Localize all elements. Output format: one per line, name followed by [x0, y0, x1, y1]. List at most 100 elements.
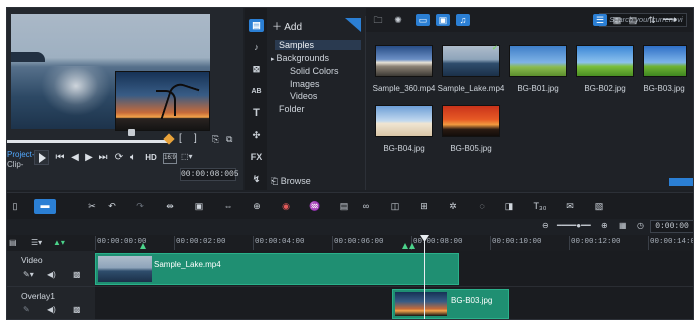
split-clip-icon[interactable]: ⇔: [220, 200, 236, 213]
next-frame-icon[interactable]: ▶: [83, 152, 95, 164]
link-icon[interactable]: ∞: [358, 200, 374, 213]
track-overlay1[interactable]: BG-B03.jpg: [95, 287, 693, 319]
timeline-clip[interactable]: Sample_Lake.mp4: [95, 253, 459, 285]
track-edit-icon[interactable]: ✎▾: [23, 270, 34, 279]
settings-icon[interactable]: ✺: [392, 14, 404, 26]
text-tool-icon[interactable]: T₃₀: [530, 200, 550, 213]
details-view-icon[interactable]: ▤: [626, 14, 640, 26]
title-icon[interactable]: T: [249, 107, 264, 120]
chapter-marker[interactable]: [140, 243, 146, 249]
grid-icon[interactable]: ⊞: [416, 200, 432, 213]
tree-item-images[interactable]: Images: [290, 79, 320, 89]
browse-button[interactable]: ⎗ Browse: [271, 176, 311, 187]
volume-icon[interactable]: 🔈︎: [127, 152, 139, 164]
tree-item-samples[interactable]: Samples: [275, 40, 361, 50]
home-icon[interactable]: ⏮: [54, 152, 66, 164]
multi-trim-icon[interactable]: ✂: [84, 200, 100, 213]
tree-item-folder[interactable]: Folder: [279, 104, 305, 114]
project-duration[interactable]: 0:00:00: [650, 220, 693, 233]
zoom-out-icon[interactable]: ⊖: [542, 221, 549, 230]
instant-project-icon[interactable]: ♪: [249, 41, 264, 54]
track-grid-icon[interactable]: ▩: [73, 270, 81, 279]
speed-icon[interactable]: ◨: [501, 200, 517, 213]
track-manager-icon[interactable]: ▤: [9, 238, 17, 247]
audio-mixer-icon[interactable]: ♒: [307, 200, 323, 213]
track-grid-icon[interactable]: ▩: [73, 305, 81, 314]
subtitle-icon[interactable]: ▤: [336, 200, 352, 213]
media-icon[interactable]: ▤: [249, 19, 264, 32]
graphics-icon[interactable]: ✣: [249, 129, 264, 142]
mark-out-button[interactable]: ]: [194, 133, 197, 144]
thumbnail-view-icon[interactable]: ▦: [610, 14, 624, 26]
timecode-display[interactable]: 00:00:08:005: [180, 168, 239, 181]
thumbnail-sample-360[interactable]: [375, 45, 433, 77]
ab-transition-icon[interactable]: AB: [249, 85, 264, 98]
chapter-marker[interactable]: [402, 243, 408, 249]
track-list-icon[interactable]: ☰▾: [31, 238, 42, 247]
timeline-ruler[interactable]: ▤ ☰▾ ▲▾ 00:00:00:00 00:00:02:00 00:00:04…: [7, 235, 693, 251]
tree-item-videos[interactable]: Videos: [290, 91, 317, 101]
thumbnail-bg-b05[interactable]: [442, 105, 500, 137]
show-videos-icon[interactable]: ▭: [416, 14, 430, 26]
list-view-icon[interactable]: ☰: [593, 14, 607, 26]
playhead[interactable]: [424, 235, 425, 319]
effects-icon[interactable]: ✲: [445, 200, 461, 213]
fit-timeline-icon[interactable]: ▦: [619, 221, 627, 230]
pin-icon[interactable]: [345, 18, 361, 32]
zoom-in-icon[interactable]: ⊕: [601, 221, 608, 230]
show-audio-icon[interactable]: ♫: [456, 14, 470, 26]
folder-icon[interactable]: 🗀︎: [372, 14, 384, 26]
mark-in-button[interactable]: [: [179, 133, 182, 144]
filter-icon[interactable]: FX: [249, 151, 264, 164]
path-icon[interactable]: ↯: [249, 173, 264, 186]
track-volume-icon[interactable]: ◀): [47, 305, 56, 314]
chapter-icon[interactable]: ▲▾: [53, 238, 65, 247]
sort-icon[interactable]: ⇅: [646, 14, 658, 26]
marker-icon[interactable]: [128, 129, 135, 136]
motion-icon[interactable]: ◌: [474, 200, 490, 213]
tree-item-solid-colors[interactable]: Solid Colors: [290, 66, 339, 76]
scrubber-bar[interactable]: [7, 140, 169, 143]
previous-frame-icon[interactable]: ◀: [69, 152, 81, 164]
clock-icon[interactable]: ◷: [637, 221, 644, 230]
project-mode-label[interactable]: Project-: [7, 150, 35, 160]
mail-icon[interactable]: ✉: [562, 200, 578, 213]
mask-icon[interactable]: ◫: [387, 200, 403, 213]
record-icon[interactable]: ◉: [278, 200, 294, 213]
display-icon[interactable]: ⬚▾: [181, 152, 193, 161]
thumbnail-bg-b03[interactable]: [643, 45, 687, 77]
aspect-ratio-button[interactable]: 16:9: [163, 153, 177, 164]
track-edit-icon[interactable]: ✎: [23, 305, 30, 314]
show-photos-icon[interactable]: ▣: [436, 14, 450, 26]
copy-icon[interactable]: ⧉: [226, 134, 232, 145]
add-button[interactable]: ＋ Add: [272, 18, 302, 33]
thumbnail-size-slider[interactable]: ━━●: [663, 15, 677, 24]
storyboard-view-icon[interactable]: ▯: [7, 200, 23, 213]
project-clip-toggle[interactable]: Project- Clip-: [7, 150, 35, 170]
transition-icon[interactable]: ⊠: [249, 63, 264, 76]
overlay-preview[interactable]: [115, 71, 210, 131]
timeline-clip[interactable]: BG-B03.jpg: [392, 289, 509, 319]
chapter-marker[interactable]: [409, 243, 415, 249]
tree-item-backgrounds[interactable]: ▸ Backgrounds: [271, 53, 329, 63]
repeat-icon[interactable]: ⟳: [113, 152, 125, 164]
thumbnail-bg-b01[interactable]: [509, 45, 567, 77]
play-button[interactable]: [34, 150, 49, 165]
redo-icon[interactable]: ↷: [132, 200, 148, 213]
undo-icon[interactable]: ↶: [104, 200, 120, 213]
thumbnail-bg-b04[interactable]: [375, 105, 433, 137]
edit-image-icon[interactable]: ▧: [591, 200, 607, 213]
panel-resize-icon[interactable]: [669, 178, 693, 186]
track-video[interactable]: Sample_Lake.mp4: [95, 251, 693, 287]
snapshot-icon[interactable]: ▣: [191, 200, 207, 213]
clip-mode-label[interactable]: Clip-: [7, 160, 35, 170]
track-volume-icon[interactable]: ◀): [47, 270, 56, 279]
fit-project-icon[interactable]: ⇹: [162, 200, 178, 213]
hd-toggle[interactable]: HD: [143, 152, 159, 164]
split-icon[interactable]: ⎘: [212, 134, 219, 145]
timeline-view-icon[interactable]: ▬: [34, 199, 56, 214]
thumbnail-bg-b02[interactable]: [576, 45, 634, 77]
zoom-slider[interactable]: ━━━━●━━: [557, 221, 591, 230]
track-motion-icon[interactable]: ⊕: [249, 200, 265, 213]
end-icon[interactable]: ⏭: [97, 152, 109, 164]
